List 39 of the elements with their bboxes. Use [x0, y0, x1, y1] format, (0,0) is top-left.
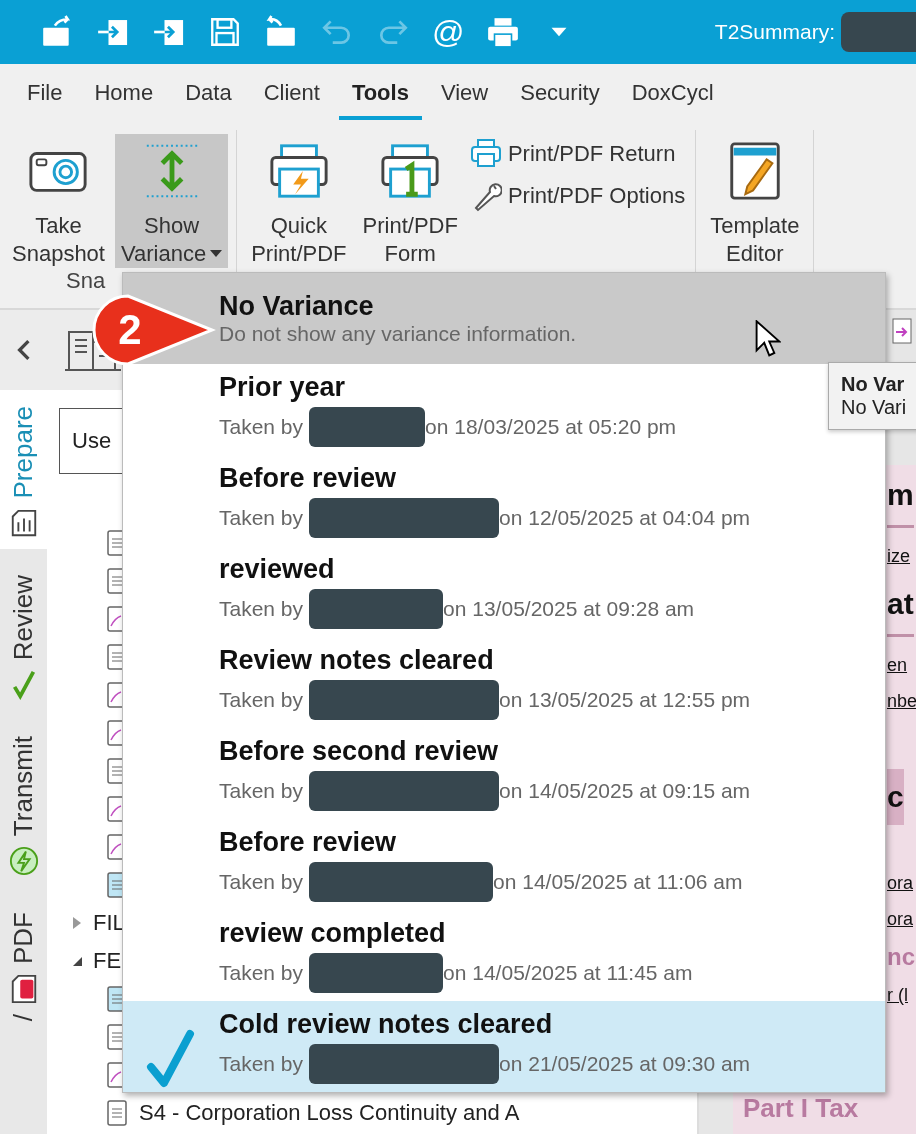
- tooltip-text: No Vari: [841, 396, 908, 419]
- menu-item-title: No Variance: [219, 291, 375, 322]
- document-text: en: [887, 654, 908, 677]
- taken-by-label: Taken by: [219, 870, 304, 894]
- taken-by-label: Taken by: [219, 688, 304, 712]
- document-text: ize: [887, 545, 910, 568]
- snapshot-date: on 14/05/2025 at 11:45 am: [443, 961, 693, 985]
- menu-item-description: Do not show any variance information.: [219, 322, 577, 346]
- snapshot-date: on 13/05/2025 at 09:28 am: [443, 597, 695, 621]
- taken-by-label: Taken by: [219, 1052, 304, 1076]
- document-text: ora: [887, 872, 913, 895]
- menu-item-title: Prior year: [219, 372, 347, 403]
- document-text: r (l: [887, 984, 908, 1007]
- menu-item-title: Review notes cleared: [219, 645, 495, 676]
- taken-by-label: Taken by: [219, 415, 304, 439]
- taken-by-label: Taken by: [219, 779, 304, 803]
- snapshot-date: on 14/05/2025 at 11:06 am: [493, 870, 743, 894]
- group-label: Sna: [65, 268, 107, 294]
- menu-item-title: Cold review notes cleared: [219, 1009, 554, 1040]
- snapshot-date: on 12/05/2025 at 04:04 pm: [499, 506, 751, 530]
- taken-by-label: Taken by: [219, 961, 304, 985]
- snapshot-date: on 14/05/2025 at 09:15 am: [499, 779, 751, 803]
- menu-item-title: Before review: [219, 463, 398, 494]
- snapshot-date: on 13/05/2025 at 12:55 pm: [499, 688, 751, 712]
- document-text: nc: [887, 942, 915, 972]
- document-text: nbe: [887, 690, 916, 713]
- snapshot-date: on 18/03/2025 at 05:20 pm: [425, 415, 677, 439]
- menu-item-title: review completed: [219, 918, 447, 949]
- menu-item-title: Before review: [219, 827, 398, 858]
- menu-item-title: Before second review: [219, 736, 500, 767]
- tooltip-title: No Var: [841, 373, 906, 396]
- taken-by-label: Taken by: [219, 597, 304, 621]
- document-text: ora: [887, 908, 913, 931]
- document-text: c: [887, 769, 904, 825]
- taken-by-label: Taken by: [219, 506, 304, 530]
- menu-item-title: reviewed: [219, 554, 336, 585]
- document-text: Part I Tax: [743, 1093, 859, 1123]
- snapshot-date: on 21/05/2025 at 09:30 am: [499, 1052, 751, 1076]
- document-title: T2Summary:: [714, 20, 835, 44]
